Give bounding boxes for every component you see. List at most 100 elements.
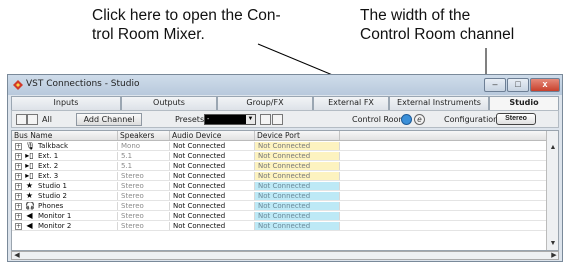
bus-name: Phones bbox=[38, 202, 64, 210]
scroll-left-icon[interactable]: ◀ bbox=[13, 252, 21, 259]
expand-all-icon[interactable] bbox=[16, 114, 27, 125]
column-header[interactable]: Speakers bbox=[118, 131, 170, 140]
audio-device-cell[interactable]: Not Connected bbox=[170, 152, 255, 160]
maximize-button[interactable]: □ bbox=[507, 78, 529, 92]
table-row[interactable]: + ◀ Monitor 2 Stereo Not Connected Not Connec… bbox=[12, 222, 546, 231]
expand-icon[interactable]: + bbox=[15, 182, 22, 190]
bus-name-cell[interactable]: + ◀ Monitor 1 bbox=[12, 212, 118, 220]
speakers-cell[interactable]: Stereo bbox=[118, 192, 170, 200]
collapse-all-icon[interactable] bbox=[27, 114, 38, 125]
chevron-down-icon: ▼ bbox=[246, 115, 255, 124]
table-row[interactable]: + ▸▯ Ext. 1 5.1 Not Connected Not Connected bbox=[12, 152, 546, 161]
empty-cell bbox=[340, 142, 546, 150]
audio-device-cell[interactable]: Not Connected bbox=[170, 182, 255, 190]
device-port-cell[interactable]: Not Connected bbox=[255, 212, 340, 220]
tab-outputs[interactable]: Outputs bbox=[121, 96, 217, 110]
tab-group-fx[interactable]: Group/FX bbox=[217, 96, 313, 110]
device-port-cell[interactable]: Not Connected bbox=[255, 222, 340, 230]
bus-name-cell[interactable]: + 🎙 Talkback bbox=[12, 142, 118, 150]
bus-name-cell[interactable]: + ▸▯ Ext. 1 bbox=[12, 152, 118, 160]
audio-device-cell[interactable]: Not Connected bbox=[170, 192, 255, 200]
empty-cell bbox=[340, 182, 546, 190]
control-room-mixer-icon[interactable]: e bbox=[414, 114, 425, 125]
minimize-button[interactable]: – bbox=[484, 78, 506, 92]
expand-icon[interactable]: + bbox=[15, 202, 22, 210]
tab-external-fx[interactable]: External FX bbox=[313, 96, 389, 110]
bus-name: Studio 1 bbox=[38, 182, 67, 190]
empty-cell bbox=[340, 192, 546, 200]
tab-external-instruments[interactable]: External Instruments bbox=[389, 96, 489, 110]
table-row[interactable]: + ★ Studio 1 Stereo Not Connected Not Connect… bbox=[12, 182, 546, 191]
callout-channel-width: The width of the Control Room channel bbox=[360, 6, 514, 44]
device-port-cell[interactable]: Not Connected bbox=[255, 142, 340, 150]
device-port-cell[interactable]: Not Connected bbox=[255, 182, 340, 190]
delete-preset-icon[interactable] bbox=[272, 114, 283, 125]
callout-line: trol Room Mixer. bbox=[92, 26, 205, 43]
speakers-cell[interactable]: 5.1 bbox=[118, 162, 170, 170]
audio-device-cell[interactable]: Not Connected bbox=[170, 162, 255, 170]
bus-name-cell[interactable]: + ★ Studio 2 bbox=[12, 192, 118, 200]
speakers-cell[interactable]: Stereo bbox=[118, 172, 170, 180]
table-row[interactable]: + ★ Studio 2 Stereo Not Connected Not Connect… bbox=[12, 192, 546, 201]
scroll-right-icon[interactable]: ▶ bbox=[550, 252, 558, 259]
bus-name-cell[interactable]: + ▸▯ Ext. 3 bbox=[12, 172, 118, 180]
audio-device-cell[interactable]: Not Connected bbox=[170, 172, 255, 180]
bus-name: Studio 2 bbox=[38, 192, 67, 200]
expand-icon[interactable]: + bbox=[15, 212, 22, 220]
audio-device-cell[interactable]: Not Connected bbox=[170, 212, 255, 220]
device-port-cell[interactable]: Not Connected bbox=[255, 172, 340, 180]
expand-icon[interactable]: + bbox=[15, 142, 22, 150]
tab-inputs[interactable]: Inputs bbox=[11, 96, 121, 110]
audio-device-cell[interactable]: Not Connected bbox=[170, 222, 255, 230]
scroll-down-icon[interactable]: ▼ bbox=[548, 239, 558, 248]
bus-name: Monitor 2 bbox=[38, 222, 72, 230]
headphones-icon: 🎧 bbox=[25, 202, 35, 210]
control-room-power-icon[interactable] bbox=[401, 114, 412, 125]
vst-connections-window: VST Connections - Studio – □ x Inputs Ou… bbox=[7, 74, 563, 262]
expand-icon[interactable]: + bbox=[15, 222, 22, 230]
vertical-scrollbar[interactable]: ▲ ▼ bbox=[546, 131, 558, 250]
table-row[interactable]: + ◀ Monitor 1 Stereo Not Connected Not Connec… bbox=[12, 212, 546, 221]
bus-name-cell[interactable]: + ◀ Monitor 2 bbox=[12, 222, 118, 230]
expand-icon[interactable]: + bbox=[15, 152, 22, 160]
empty-cell bbox=[340, 162, 546, 170]
table-row[interactable]: + ▸▯ Ext. 3 Stereo Not Connected Not Connecte… bbox=[12, 172, 546, 181]
bus-name: Ext. 1 bbox=[38, 152, 59, 160]
horizontal-scrollbar[interactable]: ◀ ▶ bbox=[11, 251, 559, 260]
presets-dropdown[interactable]: - ▼ bbox=[204, 114, 256, 125]
table-row[interactable]: + 🎧 Phones Stereo Not Connected Not Connected bbox=[12, 202, 546, 211]
column-header[interactable]: Device Port bbox=[255, 131, 340, 140]
add-channel-button[interactable]: Add Channel bbox=[76, 113, 142, 126]
tab-studio[interactable]: Studio bbox=[489, 96, 559, 110]
speakers-cell[interactable]: Stereo bbox=[118, 202, 170, 210]
speakers-cell[interactable]: Stereo bbox=[118, 182, 170, 190]
column-header[interactable]: Audio Device bbox=[170, 131, 255, 140]
bus-name-cell[interactable]: + ★ Studio 1 bbox=[12, 182, 118, 190]
speakers-cell[interactable]: Stereo bbox=[118, 222, 170, 230]
device-port-cell[interactable]: Not Connected bbox=[255, 192, 340, 200]
scroll-up-icon[interactable]: ▲ bbox=[548, 143, 558, 152]
device-port-cell[interactable]: Not Connected bbox=[255, 162, 340, 170]
column-header[interactable]: Bus Name bbox=[12, 131, 118, 140]
empty-cell bbox=[340, 212, 546, 220]
close-button[interactable]: x bbox=[530, 78, 560, 92]
speakers-cell[interactable]: Stereo bbox=[118, 212, 170, 220]
configuration-stereo-button[interactable]: Stereo bbox=[496, 113, 536, 125]
title-bar: VST Connections - Studio – □ x bbox=[8, 75, 562, 95]
speakers-cell[interactable]: Mono bbox=[118, 142, 170, 150]
bus-name-cell[interactable]: + 🎧 Phones bbox=[12, 202, 118, 210]
callout-control-room-mixer: Click here to open the Con- trol Room Mi… bbox=[92, 6, 281, 44]
empty-cell bbox=[340, 172, 546, 180]
speakers-cell[interactable]: 5.1 bbox=[118, 152, 170, 160]
table-row[interactable]: + 🎙 Talkback Mono Not Connected Not Connected bbox=[12, 142, 546, 151]
expand-icon[interactable]: + bbox=[15, 192, 22, 200]
table-row[interactable]: + ▸▯ Ext. 2 5.1 Not Connected Not Connected bbox=[12, 162, 546, 171]
expand-icon[interactable]: + bbox=[15, 172, 22, 180]
save-preset-icon[interactable] bbox=[260, 114, 271, 125]
bus-name-cell[interactable]: + ▸▯ Ext. 2 bbox=[12, 162, 118, 170]
device-port-cell[interactable]: Not Connected bbox=[255, 202, 340, 210]
audio-device-cell[interactable]: Not Connected bbox=[170, 142, 255, 150]
audio-device-cell[interactable]: Not Connected bbox=[170, 202, 255, 210]
expand-icon[interactable]: + bbox=[15, 162, 22, 170]
device-port-cell[interactable]: Not Connected bbox=[255, 152, 340, 160]
